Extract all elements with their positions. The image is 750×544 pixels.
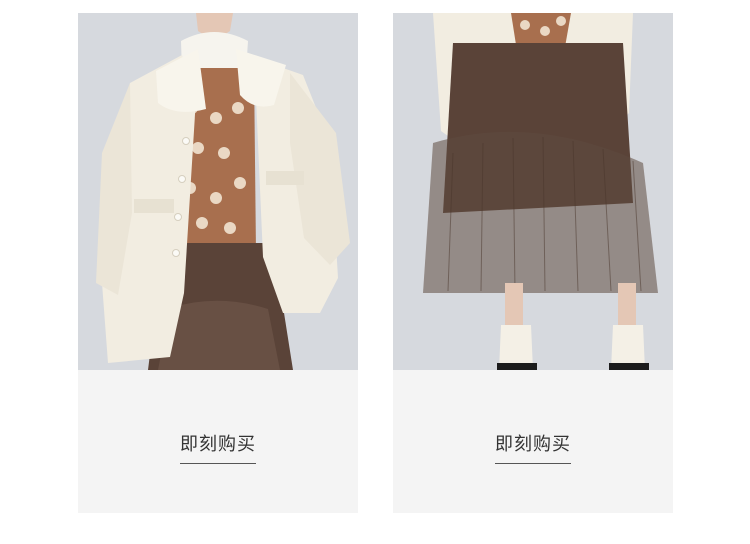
buy-now-label: 即刻购买	[180, 434, 256, 455]
product-image-2[interactable]	[393, 13, 673, 370]
product-card-2[interactable]: 即刻购买	[393, 13, 673, 513]
product-image-1[interactable]	[78, 13, 358, 370]
buy-now-label: 即刻购买	[495, 434, 571, 455]
buy-now-underline	[495, 463, 571, 464]
buy-now-underline	[180, 463, 256, 464]
buy-area-1: 即刻购买	[78, 370, 358, 513]
buy-area-2: 即刻购买	[393, 370, 673, 513]
buy-now-button[interactable]: 即刻购买	[495, 430, 571, 464]
product-card-1[interactable]: 即刻购买	[78, 13, 358, 513]
buy-now-button[interactable]: 即刻购买	[180, 430, 256, 464]
